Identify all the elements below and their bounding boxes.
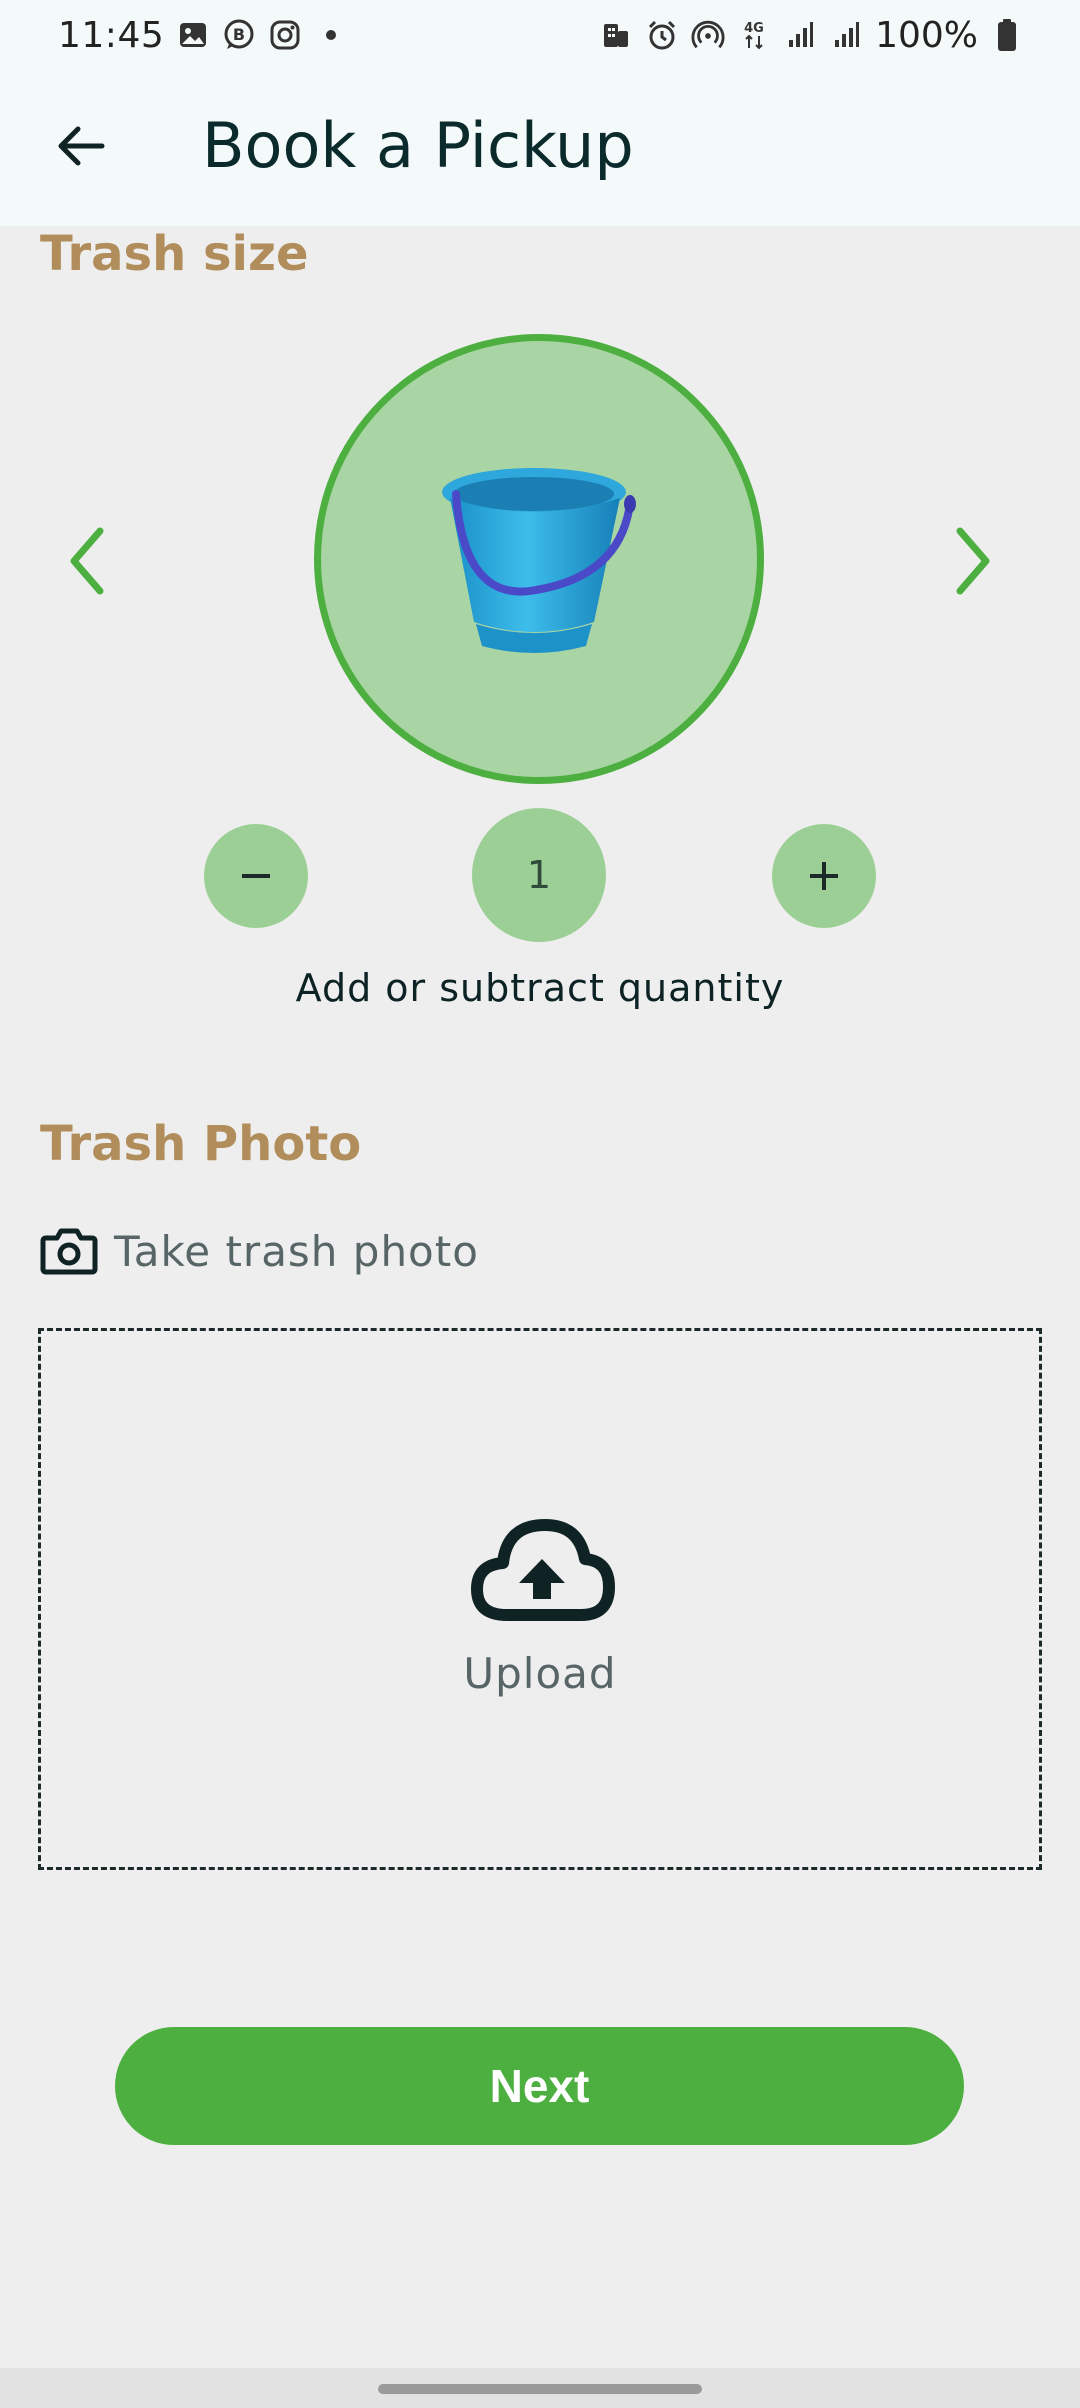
previous-size-button[interactable] <box>42 516 132 606</box>
cloud-upload-icon <box>471 1519 615 1621</box>
b-messenger-icon: B <box>222 18 256 52</box>
4g-icon: 4G <box>737 18 771 52</box>
svg-text:4G: 4G <box>744 21 764 36</box>
bucket-icon <box>442 468 636 653</box>
plus-icon <box>810 862 838 890</box>
system-navigation-bar <box>0 2368 1080 2408</box>
next-size-button[interactable] <box>928 516 1018 606</box>
take-photo-button[interactable]: Take trash photo <box>40 1226 479 1276</box>
building-icon <box>599 18 633 52</box>
status-left: 11:45 B <box>58 14 337 56</box>
battery-percentage: 100% <box>875 14 978 56</box>
back-arrow-icon <box>58 126 105 166</box>
svg-text:B: B <box>233 25 245 44</box>
upload-label: Upload <box>463 1649 617 1698</box>
trash-size-heading: Trash size <box>40 226 309 282</box>
upload-dropzone[interactable]: Upload <box>38 1328 1042 1870</box>
take-photo-label: Take trash photo <box>114 1226 479 1276</box>
back-button[interactable] <box>40 106 120 186</box>
app-bar: Book a Pickup <box>0 70 1080 226</box>
next-button[interactable]: Next <box>115 2027 964 2145</box>
status-bar: 11:45 B 4G 100% <box>0 0 1080 70</box>
gallery-icon <box>176 18 210 52</box>
hotspot-icon <box>691 18 725 52</box>
minus-icon <box>242 874 270 878</box>
decrement-quantity-button[interactable] <box>204 824 308 928</box>
notification-dot-icon <box>326 30 337 40</box>
quantity-caption: Add or subtract quantity <box>295 966 785 1010</box>
status-right: 4G 100% <box>599 15 1024 56</box>
trash-photo-heading: Trash Photo <box>40 1116 362 1172</box>
camera-icon <box>40 1228 98 1275</box>
chevron-left-icon <box>70 527 104 595</box>
signal-icon <box>829 18 863 52</box>
home-gesture-pill[interactable] <box>378 2384 702 2394</box>
battery-icon <box>990 18 1024 52</box>
chevron-right-icon <box>956 527 990 595</box>
status-time: 11:45 <box>58 14 165 56</box>
increment-quantity-button[interactable] <box>772 824 876 928</box>
instagram-icon <box>268 18 302 52</box>
signal-icon <box>783 18 817 52</box>
quantity-value: 1 <box>472 808 606 942</box>
page-title: Book a Pickup <box>202 109 634 182</box>
trash-size-option[interactable] <box>314 334 764 784</box>
alarm-icon <box>645 18 679 52</box>
